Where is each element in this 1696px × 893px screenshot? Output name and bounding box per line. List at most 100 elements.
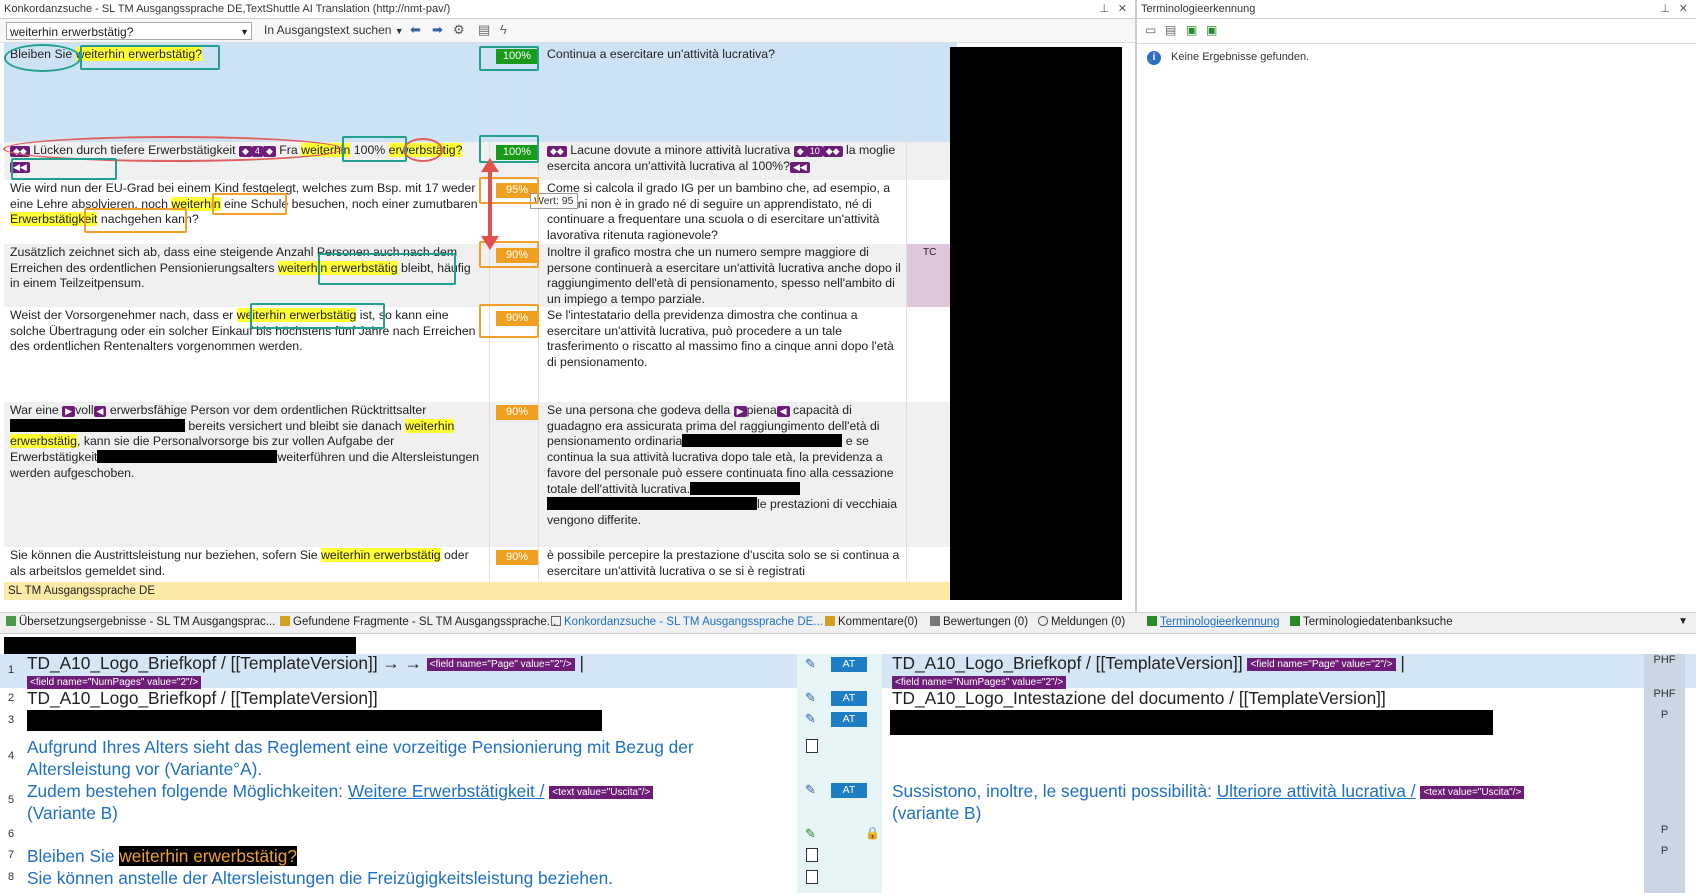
terminology-title-bar: Terminologieerkennung ⊥ ✕: [1137, 0, 1696, 19]
search-scope-dropdown[interactable]: In Ausgangstext suchen ▼: [264, 23, 404, 37]
concordance-target-4[interactable]: Inoltre il grafico mostra che un numero …: [547, 245, 902, 308]
tab-terminology-recognition[interactable]: Terminologieerkennung: [1147, 616, 1280, 628]
filter-clear-icon[interactable]: ⚙: [453, 22, 465, 38]
search-value: weiterhin erwerbstätig?: [10, 25, 134, 39]
chevron-down-icon: ▼: [394, 26, 404, 36]
tab-termbase-search[interactable]: Terminologiedatenbanksuche: [1290, 616, 1453, 628]
segment-source[interactable]: Sie können anstelle der Altersleistungen…: [27, 867, 787, 889]
segment-row-4[interactable]: 4 Aufgrund Ihres Alters sieht das Reglem…: [0, 736, 1696, 780]
add-term-icon[interactable]: ▣: [1186, 23, 1197, 37]
tag-icon: ◀: [93, 406, 107, 417]
segment-row-2[interactable]: 2 TD_A10_Logo_Briefkopf / [[TemplateVers…: [0, 688, 1696, 709]
tab-label: Übersetzungsergebnisse - SL TM Ausgangsp…: [19, 616, 276, 628]
segment-type: P: [1644, 824, 1685, 845]
segment-type: [1644, 736, 1685, 780]
terminology-title: Terminologieerkennung: [1141, 3, 1256, 15]
segment-source[interactable]: Aufgrund Ihres Alters sieht das Reglemen…: [27, 736, 787, 780]
segment-target[interactable]: Sussistono, inoltre, le seguenti possibi…: [892, 780, 1602, 824]
segment-target[interactable]: TD_A10_Logo_Intestazione del documento /…: [892, 687, 1602, 709]
edit-icon: ✎: [805, 690, 816, 705]
highlight: weiterhin erwerbstätig: [321, 548, 441, 562]
segment-source[interactable]: TD_A10_Logo_Briefkopf / [[TemplateVersio…: [27, 654, 787, 690]
chevron-down-icon[interactable]: ▼: [1678, 616, 1688, 627]
segment-type: P: [1644, 845, 1685, 867]
termbase-icon[interactable]: ▣: [1206, 23, 1217, 37]
bottom-tab-bar: Übersetzungsergebnisse - SL TM Ausgangsp…: [0, 612, 1696, 634]
tab-comments[interactable]: Kommentare(0): [825, 616, 918, 628]
text: Zudem bestehen folgende Möglichkeiten:: [27, 781, 348, 801]
segment-source[interactable]: TD_A10_Logo_Briefkopf / [[TemplateVersio…: [27, 687, 787, 709]
terminology-toolbar: ▭ ▤ ▣ ▣: [1137, 19, 1696, 44]
tab-label: Konkordanzsuche - SL TM Ausgangssprache …: [564, 616, 823, 628]
segment-source[interactable]: Zudem bestehen folgende Möglichkeiten: W…: [27, 780, 787, 824]
redacted-text: [890, 710, 1493, 735]
tab-translation-results[interactable]: Übersetzungsergebnisse - SL TM Ausgangsp…: [6, 616, 275, 628]
redacted-text: [547, 497, 757, 511]
search-highlight: weiterhin erwerbstätig?: [119, 846, 297, 866]
segment-row-5[interactable]: 5 Zudem bestehen folgende Möglichkeiten:…: [0, 780, 1696, 824]
segment-row-6[interactable]: 6 ✎ 🔒 P: [0, 824, 1696, 845]
tag-number: 10: [806, 146, 823, 157]
search-icon: [551, 616, 561, 626]
info-icon: i: [1147, 51, 1161, 65]
concordance-target-5[interactable]: Se l'intestatario della previdenza dimos…: [547, 308, 902, 371]
tc-label: TC: [923, 247, 937, 258]
segment-number: 2: [8, 692, 15, 704]
annotation-box: [250, 303, 385, 329]
annotation-ellipse: [403, 138, 443, 162]
concordance-target-6[interactable]: Se una persona che godeva della ▶ piena ◀ …: [547, 403, 902, 529]
segment-type: P: [1644, 709, 1685, 736]
text: War eine: [10, 403, 63, 417]
annotation-box: [479, 46, 539, 71]
segment-row-8[interactable]: 8 Sie können anstelle der Altersleistung…: [0, 867, 1696, 893]
edit-check-icon: ✎: [805, 826, 816, 841]
concordance-title-bar: Konkordanzsuche - SL TM Ausgangssprache …: [0, 0, 1135, 19]
segment-source[interactable]: Bleiben Sie weiterhin erwerbstätig?: [27, 845, 787, 867]
tab-label: Terminologieerkennung: [1160, 616, 1280, 628]
redacted-area: [950, 47, 1122, 600]
comment-icon: [825, 616, 835, 626]
annotation-arrow: [481, 158, 499, 250]
annotation-box: [318, 253, 456, 285]
concordance-title: Konkordanzsuche - SL TM Ausgangssprache …: [4, 3, 451, 15]
tab-concordance[interactable]: Konkordanzsuche - SL TM Ausgangssprache …: [551, 616, 823, 628]
segment-type: [1644, 867, 1685, 893]
concordance-target-7[interactable]: è possibile percepire la prestazione d'u…: [547, 548, 902, 579]
concordance-target-3[interactable]: Come si calcola il grado IG per un bambi…: [547, 181, 902, 244]
close-icon[interactable]: ✕: [1118, 0, 1127, 19]
concordance-target-2[interactable]: ◆◆ Lacune dovute a minore attività lucra…: [547, 143, 902, 174]
pin-icon[interactable]: ⊥: [1099, 0, 1109, 19]
segment-target[interactable]: TD_A10_Logo_Briefkopf / [[TemplateVersio…: [892, 654, 1602, 690]
concordance-source-5[interactable]: Weist der Vorsorgenehmer nach, dass er w…: [10, 308, 480, 355]
tab-fragments[interactable]: Gefundene Fragmente - SL TM Ausgangsspra…: [280, 616, 556, 628]
segment-row-7[interactable]: 7 Bleiben Sie weiterhin erwerbstätig? P: [0, 845, 1696, 867]
search-input[interactable]: weiterhin erwerbstätig? ▼: [6, 22, 252, 40]
link-text: Weitere Erwerbstätigkeit /: [347, 781, 545, 801]
text-tag: <text value="Uscita"/>: [549, 786, 654, 799]
segment-row-3[interactable]: 3 ✎ AT P: [0, 709, 1696, 736]
tab-messages[interactable]: Meldungen (0): [1038, 616, 1125, 628]
segment-row-1[interactable]: 1 TD_A10_Logo_Briefkopf / [[TemplateVers…: [0, 654, 1696, 690]
concordance-target-1[interactable]: Continua a esercitare un'attività lucrat…: [547, 47, 902, 63]
tag-icon: ◀: [776, 406, 790, 417]
arrow-right-icon[interactable]: ➡: [432, 22, 443, 38]
close-icon[interactable]: ✕: [1679, 0, 1688, 19]
tc-cell: TC: [907, 244, 950, 307]
arrow-left-icon[interactable]: ⬅: [410, 22, 421, 38]
concordance-source-7[interactable]: Sie können die Austrittsleistung nur bez…: [10, 548, 480, 579]
pin-icon[interactable]: ⊥: [1660, 0, 1670, 19]
settings-icon[interactable]: ▤: [478, 22, 490, 38]
tab-ratings[interactable]: Bewertungen (0): [930, 616, 1028, 628]
concordance-source-6[interactable]: War eine ▶ voll ◀ erwerbsfähige Person vor…: [10, 403, 480, 482]
search-term-icon[interactable]: ▤: [1165, 23, 1176, 37]
document-icon: [806, 848, 818, 862]
segment-type: PHF: [1644, 654, 1685, 688]
annotation-box: [479, 304, 539, 338]
book-icon[interactable]: ▭: [1145, 23, 1156, 37]
scope-label: In Ausgangstext suchen: [264, 23, 392, 37]
segment-type: PHF: [1644, 688, 1685, 709]
at-badge: AT: [831, 691, 867, 706]
tab-label: Meldungen (0): [1051, 616, 1126, 628]
lightning-icon[interactable]: ϟ: [500, 22, 507, 37]
chevron-down-icon[interactable]: ▼: [240, 23, 249, 41]
